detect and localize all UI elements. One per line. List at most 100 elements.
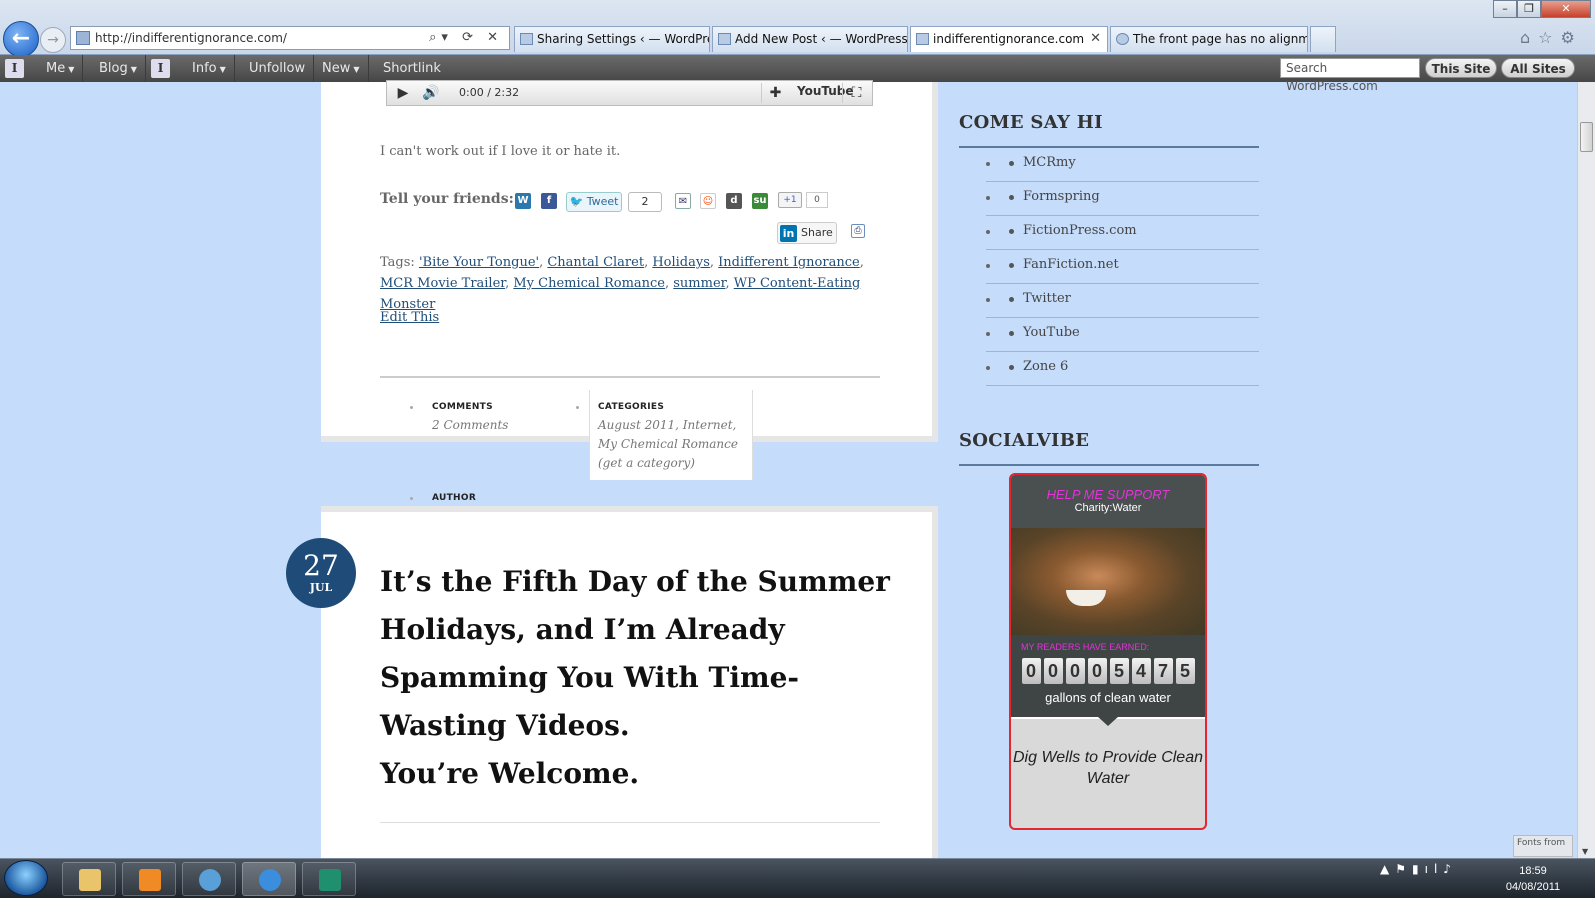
sidebar-link-fanfiction[interactable]: FanFiction.net	[986, 250, 1259, 284]
socialvibe-widget[interactable]: HELP ME SUPPORT Charity:Water MY READERS…	[1009, 473, 1207, 830]
tab-add-new-post[interactable]: Add New Post ‹ — WordPress	[712, 26, 908, 52]
tag-link[interactable]: 'Bite Your Tongue'	[419, 255, 539, 270]
address-controls[interactable]: ⌕▾ ⟳ ✕	[429, 27, 503, 49]
admin-shortlink[interactable]: Shortlink	[375, 55, 449, 82]
caret-down-icon: ▼	[130, 65, 137, 74]
sidebar-link-mcrmy[interactable]: MCRmy	[986, 148, 1259, 182]
admin-unfollow[interactable]: Unfollow	[241, 55, 315, 82]
volume-icon[interactable]: 🔊	[417, 83, 445, 103]
play-icon[interactable]: ▶	[389, 83, 417, 103]
page-scrollbar[interactable]: ▼	[1577, 82, 1595, 858]
scrollbar-thumb[interactable]	[1580, 122, 1593, 152]
tray-expand-icon[interactable]: ▲	[1380, 862, 1395, 876]
counter-digit: 0	[1087, 658, 1107, 684]
admin-info-menu[interactable]: Info ▼	[184, 55, 235, 82]
video-player-controls: ▶ 🔊 0:00 / 2:32 ✚ YouTube ⛶	[386, 80, 873, 106]
twitter-bird-icon: 🐦	[569, 195, 584, 208]
tab-sharing-settings[interactable]: Sharing Settings ‹ — WordPress	[514, 26, 710, 52]
taskbar-publisher-icon[interactable]	[302, 862, 356, 896]
scroll-down-icon[interactable]: ▼	[1582, 847, 1588, 856]
tab-close-icon[interactable]: ✕	[1090, 27, 1101, 51]
counter-digit: 0	[1021, 658, 1041, 684]
fullscreen-icon[interactable]: ⛶	[842, 83, 870, 103]
flag-icon[interactable]: ⚑	[1395, 862, 1412, 876]
forward-button[interactable]: →	[40, 27, 66, 53]
tab-favicon-icon	[520, 33, 533, 45]
post-meta: COMMENTS 2 Comments CATEGORIES August 20…	[380, 388, 880, 503]
taskbar-explorer-icon[interactable]	[62, 862, 116, 896]
tag-link[interactable]: Indifferent Ignorance	[718, 255, 860, 270]
caret-down-icon: ▼	[353, 65, 360, 74]
wordpress-share-icon[interactable]: W	[515, 193, 531, 209]
admin-new-menu[interactable]: New ▼	[314, 55, 369, 82]
battery-icon[interactable]: ▮	[1412, 862, 1425, 876]
print-icon[interactable]: ⎙	[851, 224, 865, 238]
gear-icon[interactable]: ⚙	[1561, 28, 1583, 47]
tab-favicon-icon	[718, 33, 731, 45]
new-tab-button[interactable]	[1310, 26, 1336, 52]
blavatar-icon[interactable]: I	[151, 59, 170, 78]
tab-indifferentignorance[interactable]: indifferentignorance.com ✕	[910, 26, 1108, 52]
windows-taskbar	[0, 858, 1595, 898]
back-button[interactable]: ←	[3, 21, 39, 57]
sidebar-link-twitter[interactable]: Twitter	[986, 284, 1259, 318]
tag-link[interactable]: My Chemical Romance	[513, 276, 665, 291]
post-title[interactable]: It’s the Fifth Day of the Summer Holiday…	[380, 558, 900, 798]
stumbleupon-icon[interactable]: su	[752, 193, 768, 209]
linkedin-share-button[interactable]: in Share	[777, 222, 837, 244]
tweet-button[interactable]: 🐦 Tweet	[566, 192, 622, 212]
minimize-button[interactable]: –	[1493, 0, 1517, 18]
sidebar-link-fictionpress[interactable]: FictionPress.com	[986, 216, 1259, 250]
network-icon[interactable]: ıl	[1425, 862, 1444, 876]
sidebar-link-zone6[interactable]: Zone 6	[986, 352, 1259, 386]
widget-photo	[1011, 528, 1205, 635]
admin-blog-menu[interactable]: Blog ▼	[91, 55, 146, 82]
edit-post-link[interactable]: Edit This	[380, 310, 439, 325]
counter-digit: 5	[1109, 658, 1129, 684]
address-text: http://indifferentignorance.com/	[95, 31, 287, 45]
tag-link[interactable]: MCR Movie Trailer	[380, 276, 505, 291]
wp-logo-icon[interactable]: I	[5, 59, 24, 78]
sidebar-heading-socialvibe: SOCIALVIBE	[959, 430, 1090, 451]
home-icon[interactable]: ⌂	[1520, 28, 1538, 47]
address-bar[interactable]: http://indifferentignorance.com/ ⌕▾ ⟳ ✕	[70, 26, 510, 50]
widget-header: HELP ME SUPPORT Charity:Water	[1011, 475, 1205, 528]
taskbar-messenger-icon[interactable]	[182, 862, 236, 896]
tag-link[interactable]: Chantal Claret	[547, 255, 644, 270]
tag-link[interactable]: Holidays	[652, 255, 710, 270]
facebook-icon[interactable]: f	[541, 193, 557, 209]
system-tray[interactable]: ▲⚑▮ıl♪	[1380, 862, 1457, 876]
author-label: AUTHOR	[432, 493, 477, 503]
all-sites-button[interactable]: All Sites	[1501, 58, 1575, 78]
tab-favicon-icon	[916, 33, 929, 45]
sidebar-link-formspring[interactable]: Formspring	[986, 182, 1259, 216]
linkedin-icon: in	[780, 225, 797, 242]
tab-front-page[interactable]: The front page has no alignme...	[1110, 26, 1308, 52]
comments-link[interactable]: 2 Comments	[432, 416, 508, 435]
plusone-button[interactable]: +1	[778, 192, 802, 208]
restore-button[interactable]: ❐	[1517, 0, 1541, 18]
reddit-icon[interactable]: ☺	[700, 193, 716, 209]
wp-search-input[interactable]: Search WordPress.com	[1280, 58, 1420, 93]
taskbar-clock[interactable]: 18:59 04/08/2011	[1500, 863, 1566, 895]
speaker-icon[interactable]: ♪	[1443, 862, 1457, 876]
this-site-button[interactable]: This Site	[1425, 58, 1497, 78]
start-button[interactable]	[4, 860, 48, 896]
favorites-star-icon[interactable]: ☆	[1538, 28, 1560, 47]
categories-value[interactable]: August 2011, Internet, My Chemical Roman…	[598, 416, 753, 473]
sidebar-link-youtube[interactable]: YouTube	[986, 318, 1259, 352]
counter-digit: 0	[1043, 658, 1063, 684]
email-icon[interactable]: ✉	[675, 193, 691, 209]
plusone-count: 0	[806, 192, 828, 208]
digg-icon[interactable]: d	[726, 193, 742, 209]
widget-help-text: HELP ME SUPPORT	[1046, 487, 1170, 502]
bullet	[576, 406, 579, 409]
plus-icon[interactable]: ✚	[761, 83, 789, 103]
fonts-from-badge[interactable]: Fonts from	[1513, 835, 1573, 857]
taskbar-internet-explorer-icon[interactable]	[242, 862, 296, 896]
tag-link[interactable]: summer	[673, 276, 725, 291]
window-controls: – ❐ ✕	[1493, 0, 1593, 20]
close-window-button[interactable]: ✕	[1541, 0, 1591, 18]
admin-me-menu[interactable]: Me ▼	[38, 55, 84, 82]
taskbar-media-player-icon[interactable]	[122, 862, 176, 896]
